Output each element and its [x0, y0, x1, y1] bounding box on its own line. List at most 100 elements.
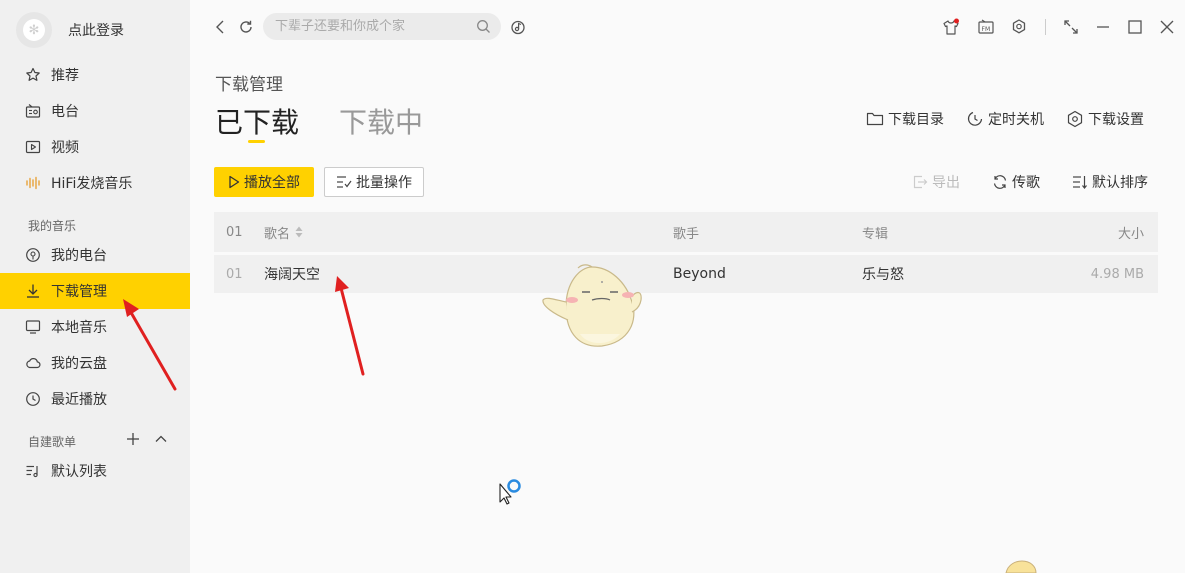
- download-directory-label: 下载目录: [888, 112, 944, 128]
- maximize-button[interactable]: [1124, 16, 1146, 38]
- sidebar-item-video[interactable]: 视频: [0, 129, 190, 165]
- video-icon: [24, 138, 42, 156]
- download-settings-link[interactable]: 下载设置: [1066, 108, 1144, 130]
- kuwo-logo-icon: ✻: [23, 19, 45, 41]
- gear-icon: [1012, 19, 1026, 34]
- sidebar-item-label: 本地音乐: [51, 320, 107, 336]
- sidebar-item-radio[interactable]: 电台: [0, 93, 190, 129]
- timer-icon: [967, 111, 983, 126]
- sync-icon: [993, 175, 1007, 189]
- play-all-label: 播放全部: [244, 175, 300, 191]
- fm-button[interactable]: FM: [975, 16, 997, 38]
- topbar-divider: [1045, 19, 1046, 35]
- download-settings-label: 下载设置: [1088, 112, 1144, 128]
- mini-mode-button[interactable]: [1060, 16, 1082, 38]
- login-label[interactable]: 点此登录: [68, 20, 124, 40]
- playlist-icon: [24, 462, 42, 480]
- export-button[interactable]: 导出: [912, 170, 960, 194]
- sidebar-item-label: 视频: [51, 140, 79, 156]
- clock-icon: [24, 390, 42, 408]
- active-tab-indicator: [248, 140, 265, 143]
- refresh-icon: [240, 20, 252, 33]
- sidebar-item-label: HiFi发烧音乐: [51, 176, 133, 192]
- add-playlist-button[interactable]: [126, 431, 140, 450]
- minimize-button[interactable]: [1092, 16, 1114, 38]
- song-title[interactable]: 海阔天空: [264, 264, 320, 284]
- sidebar-item-my-radio[interactable]: 我的电台: [0, 237, 190, 273]
- header-artist[interactable]: 歌手: [673, 223, 699, 242]
- search-icon[interactable]: [476, 19, 491, 38]
- export-label: 导出: [932, 175, 960, 191]
- default-sort-label: 默认排序: [1092, 175, 1148, 191]
- search-box: [263, 13, 501, 40]
- tshirt-icon: [943, 18, 959, 35]
- header-title-label: 歌名: [264, 226, 291, 242]
- batch-operations-label: 批量操作: [356, 175, 412, 191]
- export-icon: [913, 175, 928, 189]
- app-window: ✻ 点此登录 推荐 电台 视频 HiFi发烧音乐 我的音乐 我的电台 下载管理 …: [0, 0, 1185, 573]
- fm-radio-icon: FM: [978, 19, 994, 34]
- download-directory-link[interactable]: 下载目录: [866, 108, 944, 130]
- busy-cursor-icon: [499, 479, 521, 505]
- playlist-section-controls: [126, 431, 168, 450]
- header-album[interactable]: 专辑: [862, 223, 888, 242]
- section-label-my-music: 我的音乐: [28, 219, 77, 233]
- default-sort-button[interactable]: 默认排序: [1072, 170, 1148, 194]
- radio-icon: [24, 102, 42, 120]
- sort-icon: [1073, 176, 1087, 189]
- sidebar-item-label: 我的电台: [51, 248, 107, 264]
- sidebar: ✻ 点此登录 推荐 电台 视频 HiFi发烧音乐 我的音乐 我的电台 下载管理 …: [0, 0, 190, 573]
- section-label-playlists: 自建歌单: [28, 435, 77, 449]
- transfer-songs-button[interactable]: 传歌: [992, 170, 1040, 194]
- download-icon: [24, 282, 42, 300]
- sidebar-item-label: 我的云盘: [51, 356, 107, 372]
- sort-arrows-icon[interactable]: [294, 225, 304, 239]
- mascot-peek-icon: [1005, 560, 1037, 573]
- sidebar-item-hifi[interactable]: HiFi发烧音乐: [0, 165, 190, 201]
- sidebar-item-label: 最近播放: [51, 392, 107, 408]
- song-album[interactable]: 乐与怒: [862, 264, 904, 284]
- song-size: 4.98 MB: [1090, 266, 1144, 282]
- annotation-arrow-sidebar: [123, 299, 177, 391]
- settings-button[interactable]: [1008, 16, 1030, 38]
- batch-operations-button[interactable]: 批量操作: [324, 167, 424, 197]
- maximize-icon: [1128, 20, 1142, 34]
- sidebar-item-default-playlist[interactable]: 默认列表: [0, 453, 190, 489]
- close-icon: [1160, 20, 1174, 34]
- annotation-arrow-song: [335, 276, 365, 376]
- refresh-button[interactable]: [236, 17, 256, 37]
- transfer-songs-label: 传歌: [1012, 175, 1040, 191]
- header-no: 01: [226, 224, 243, 240]
- table-header: 01 歌名 歌手 专辑 大小: [214, 212, 1158, 252]
- back-button[interactable]: [210, 17, 230, 37]
- close-button[interactable]: [1156, 16, 1178, 38]
- row-number: 01: [226, 266, 243, 282]
- sidebar-item-label: 默认列表: [51, 464, 107, 480]
- settings-hex-icon: [1067, 110, 1083, 128]
- header-title[interactable]: 歌名: [264, 223, 304, 242]
- avatar[interactable]: ✻: [16, 12, 52, 48]
- search-input[interactable]: [275, 19, 475, 34]
- song-artist[interactable]: Beyond: [673, 266, 726, 282]
- music-recognition-button[interactable]: [508, 17, 528, 37]
- login-area[interactable]: ✻ 点此登录: [16, 10, 124, 50]
- tab-downloading[interactable]: 下载中: [339, 101, 423, 141]
- mini-mode-icon: [1064, 20, 1078, 34]
- sidebar-item-label: 电台: [51, 104, 79, 120]
- mascot-illustration: [542, 264, 642, 347]
- batch-list-icon: [337, 176, 352, 188]
- tab-downloaded[interactable]: 已下载: [215, 101, 299, 141]
- skin-button[interactable]: [940, 16, 962, 38]
- monitor-icon: [24, 318, 42, 336]
- sidebar-item-label: 下载管理: [51, 284, 107, 300]
- play-icon: [229, 175, 240, 189]
- folder-icon: [866, 112, 884, 126]
- music-recognition-icon: [511, 20, 525, 35]
- svg-text:FM: FM: [982, 26, 991, 33]
- play-all-button[interactable]: 播放全部: [214, 167, 314, 197]
- sidebar-item-recommend[interactable]: 推荐: [0, 57, 190, 93]
- timer-shutdown-label: 定时关机: [988, 112, 1044, 128]
- header-size[interactable]: 大小: [1118, 223, 1144, 242]
- timer-shutdown-link[interactable]: 定时关机: [966, 108, 1044, 130]
- collapse-chevron-up-icon[interactable]: [154, 431, 168, 450]
